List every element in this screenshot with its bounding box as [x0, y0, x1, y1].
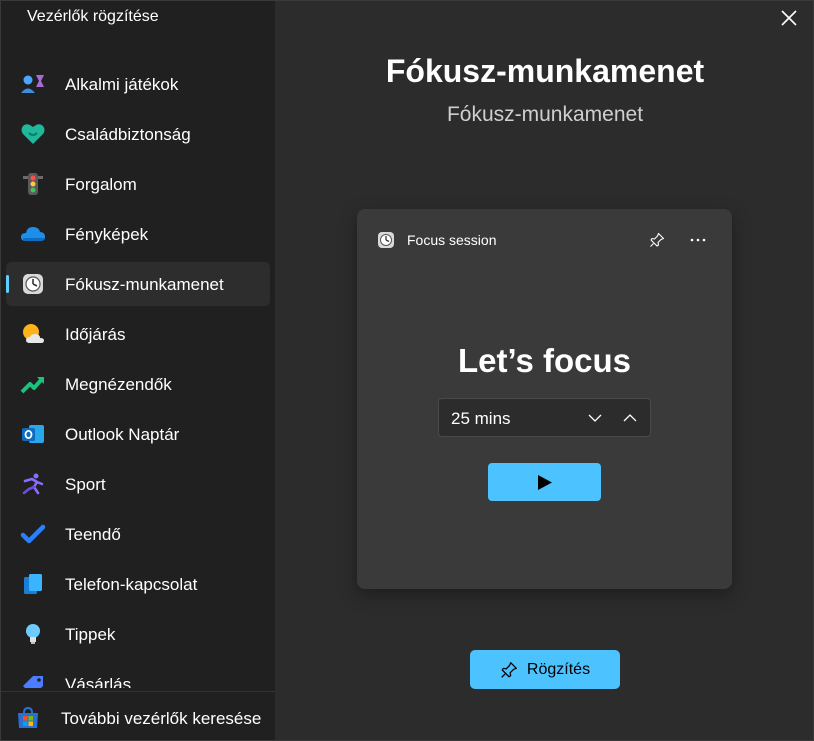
widget-name: Focus session [407, 232, 497, 248]
family-safety-icon [20, 122, 46, 146]
sidebar-item-label: Telefon-kapcsolat [65, 575, 198, 594]
page-title: Fókusz-munkamenet [385, 53, 705, 89]
pin-icon [501, 661, 517, 678]
chevron-down-icon [588, 414, 602, 422]
sidebar-item-label: Tippek [65, 625, 116, 644]
sidebar-item-label: Teendő [65, 525, 121, 544]
widget-more-options-button[interactable] [685, 229, 711, 251]
sidebar-item-label: Vásárlás [65, 675, 132, 688]
close-icon [781, 10, 797, 26]
pin-widgets-window: Vezérlők rögzítése Alkalmi játékok Csalá… [0, 0, 814, 741]
watchlist-trend-icon [20, 372, 46, 396]
start-focus-button[interactable] [488, 463, 601, 501]
sidebar-item-label: Fényképek [65, 225, 149, 244]
widget-heading: Let’s focus [458, 342, 631, 379]
sidebar-item-label: Outlook Naptár [65, 425, 180, 444]
pin-icon [650, 232, 665, 247]
focus-clock-icon [377, 231, 395, 249]
sidebar-item-label: Sport [65, 475, 106, 494]
sidebar-item-shopping[interactable]: Vásárlás [6, 662, 270, 688]
sidebar-item-traffic[interactable]: Forgalom [6, 162, 270, 206]
sidebar-item-photos[interactable]: Fényképek [6, 212, 270, 256]
traffic-light-icon [20, 172, 46, 196]
weather-sun-cloud-icon [20, 322, 46, 346]
play-icon [537, 474, 552, 490]
increase-duration-button[interactable] [617, 405, 643, 431]
widget-list[interactable]: Alkalmi játékok Családbiztonság Forgalom… [1, 62, 275, 688]
sidebar-item-label: Megnézendők [65, 375, 172, 394]
tips-bulb-icon [20, 622, 46, 646]
shopping-tag-icon [20, 672, 46, 688]
sidebar-item-weather[interactable]: Időjárás [6, 312, 270, 356]
sidebar-item-tips[interactable]: Tippek [6, 612, 270, 656]
widget-pin-button[interactable] [646, 229, 668, 251]
sidebar-item-label: Fókusz-munkamenet [65, 275, 224, 294]
sidebar-item-family-safety[interactable]: Családbiztonság [6, 112, 270, 156]
page-subtitle: Fókusz-munkamenet [446, 103, 644, 126]
outlook-icon [20, 422, 46, 446]
focus-clock-icon [20, 272, 46, 296]
sidebar-item-sport[interactable]: Sport [6, 462, 270, 506]
widget-preview-card: Focus session Let’s focus 25 mins [357, 209, 732, 589]
sidebar-item-label: Időjárás [65, 325, 126, 344]
duration-stepper[interactable]: 25 mins [438, 398, 651, 437]
sidebar-item-label: Alkalmi játékok [65, 75, 179, 94]
decrease-duration-button[interactable] [582, 405, 608, 431]
sidebar-item-label: Családbiztonság [65, 125, 191, 144]
pin-button-label: Rögzítés [526, 660, 591, 678]
sidebar-item-outlook-calendar[interactable]: Outlook Naptár [6, 412, 270, 456]
find-more-widgets-link[interactable]: További vezérlők keresése [1, 693, 275, 740]
sidebar-item-focus-session[interactable]: Fókusz-munkamenet [6, 262, 270, 306]
chevron-up-icon [623, 414, 637, 422]
onedrive-cloud-icon [20, 222, 46, 246]
sidebar-divider [1, 691, 275, 692]
duration-value: 25 mins [451, 409, 511, 428]
sidebar-item-phone-link[interactable]: Telefon-kapcsolat [6, 562, 270, 606]
sidebar-item-watchlist[interactable]: Megnézendők [6, 362, 270, 406]
pin-widget-button[interactable]: Rögzítés [470, 650, 620, 689]
more-dots-icon [690, 238, 706, 242]
sidebar-item-todo[interactable]: Teendő [6, 512, 270, 556]
todo-check-icon [20, 522, 46, 546]
selection-indicator [6, 275, 9, 293]
close-button[interactable] [769, 1, 809, 35]
sidebar-item-label: Forgalom [65, 175, 137, 194]
casual-games-icon [20, 72, 46, 96]
sport-runner-icon [20, 472, 46, 496]
sidebar: Vezérlők rögzítése Alkalmi játékok Csalá… [1, 1, 275, 740]
sidebar-title: Vezérlők rögzítése [27, 8, 159, 25]
find-more-label: További vezérlők keresése [61, 709, 262, 728]
store-icon [15, 706, 41, 730]
phone-link-icon [20, 572, 46, 596]
sidebar-item-casual-games[interactable]: Alkalmi játékok [6, 62, 270, 106]
